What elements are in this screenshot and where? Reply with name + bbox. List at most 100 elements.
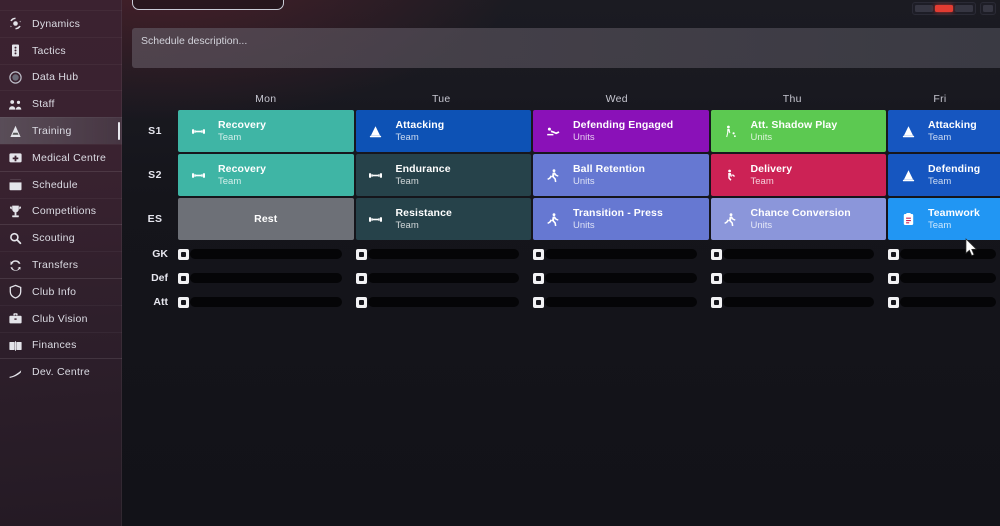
lock-icon[interactable] — [355, 248, 367, 260]
intensity-track[interactable] — [367, 297, 519, 307]
training-session-cell[interactable]: Rest — [178, 198, 354, 240]
lock-icon[interactable] — [533, 248, 544, 260]
session-title: Defending — [928, 163, 981, 176]
main-content: Schedule description... Mon Tue Wed Thu Fri … — [122, 0, 1000, 526]
intensity-cell — [178, 272, 354, 284]
session-text: Ball Retention Units — [573, 163, 645, 187]
intensity-cell — [533, 296, 709, 308]
lock-icon[interactable] — [888, 248, 899, 260]
training-session-cell[interactable]: Att. Shadow Play Units — [710, 110, 886, 152]
intensity-cell — [888, 296, 1000, 308]
sidebar-item-transfers[interactable]: Transfers — [0, 251, 122, 278]
indicator-group-secondary[interactable] — [980, 2, 996, 15]
lock-icon[interactable] — [178, 296, 189, 308]
training-session-cell[interactable]: Attacking Team — [355, 110, 531, 152]
sidebar-item-competitions[interactable]: Competitions — [0, 197, 122, 225]
training-session-cell[interactable]: Resistance Team — [355, 198, 531, 240]
sidebar-item-schedule[interactable]: Schedule — [0, 170, 122, 198]
intensity-track[interactable] — [190, 273, 342, 283]
training-session-cell[interactable]: Transition - Press Units — [533, 198, 709, 240]
intensity-row-label: GK — [152, 248, 168, 260]
lock-icon[interactable] — [888, 296, 899, 308]
intensity-track[interactable] — [545, 297, 697, 307]
lock-icon[interactable] — [178, 248, 189, 260]
intensity-track[interactable] — [722, 249, 874, 259]
training-session-cell[interactable]: Defending Engaged Units — [533, 110, 709, 152]
training-session-cell[interactable]: Recovery Team — [178, 154, 354, 196]
sidebar-item-finances[interactable]: Finances — [0, 331, 122, 359]
sidebar-item-label: Finances — [32, 339, 77, 352]
intensity-cell — [533, 272, 709, 284]
session-text: Recovery Team — [218, 119, 266, 143]
intensity-track[interactable] — [190, 297, 342, 307]
indicator-segment-2 — [935, 5, 953, 12]
sidebar-item-label: Scouting — [32, 232, 75, 245]
sidebar-item-medical-centre[interactable]: Medical Centre — [0, 143, 122, 171]
lock-icon[interactable] — [355, 296, 367, 308]
session-subtitle: Team — [928, 175, 952, 187]
session-subtitle: Team — [928, 131, 952, 143]
sidebar-item-staff[interactable]: Staff — [0, 90, 122, 117]
sidebar-item-club-info[interactable]: Club Info — [0, 277, 122, 305]
dumbbell-icon — [356, 212, 396, 227]
sidebar-item-scouting[interactable]: Scouting — [0, 224, 122, 251]
session-text: Attacking Team — [928, 119, 977, 143]
staff-icon — [8, 97, 23, 112]
cone-icon — [888, 124, 928, 139]
lock-icon[interactable] — [355, 272, 367, 284]
lock-icon[interactable] — [533, 296, 544, 308]
sidebar-item-club-vision[interactable]: Club Vision — [0, 304, 122, 332]
session-row-es: ES Rest Resistance Team Transition - Press Un… — [132, 198, 1000, 240]
schedule-description-field[interactable]: Schedule description... — [132, 28, 1000, 68]
training-session-cell[interactable]: Attacking Team — [888, 110, 1000, 152]
intensity-track[interactable] — [545, 273, 697, 283]
training-session-cell[interactable]: Defending Team — [888, 154, 1000, 196]
training-session-cell[interactable]: Teamwork Team — [888, 198, 1000, 240]
training-session-cell[interactable]: Delivery Team — [710, 154, 886, 196]
session-title: Defending Engaged — [573, 119, 674, 132]
sidebar-item-label: Club Vision — [32, 312, 88, 325]
session-text: Att. Shadow Play Units — [751, 119, 838, 143]
training-session-cell[interactable]: Endurance Team — [355, 154, 531, 196]
day-header-wed: Wed — [605, 93, 628, 105]
sidebar-item-dev-centre[interactable]: Dev. Centre — [0, 358, 122, 385]
lock-icon[interactable] — [710, 248, 722, 260]
sidebar-item-dynamics[interactable]: Dynamics — [0, 10, 122, 37]
training-session-cell[interactable]: Ball Retention Units — [533, 154, 709, 196]
session-row-label: S2 — [148, 169, 162, 181]
intensity-row-gk: GK — [132, 242, 1000, 266]
intensity-track[interactable] — [367, 249, 519, 259]
medical-centre-icon — [8, 150, 23, 165]
cone-icon — [888, 168, 928, 183]
sidebar-item-truncated[interactable] — [0, 0, 122, 10]
sidebar-item-data-hub[interactable]: Data Hub — [0, 63, 122, 91]
session-text: Teamwork Team — [928, 207, 980, 231]
session-text: Attacking Team — [396, 119, 445, 143]
lock-icon[interactable] — [710, 296, 722, 308]
shield-icon — [8, 284, 23, 300]
intensity-indicator[interactable] — [912, 2, 996, 15]
indicator-group[interactable] — [912, 2, 976, 15]
intensity-track[interactable] — [900, 273, 996, 283]
intensity-track[interactable] — [722, 297, 874, 307]
sidebar-item-tactics[interactable]: Tactics — [0, 36, 122, 64]
intensity-row-label: Def — [151, 272, 168, 284]
intensity-cell — [888, 248, 1000, 260]
training-session-cell[interactable]: Chance Conversion Units — [710, 198, 886, 240]
lock-icon[interactable] — [888, 272, 899, 284]
session-subtitle: Team — [395, 131, 419, 143]
active-tab-pill[interactable] — [132, 0, 284, 10]
intensity-track[interactable] — [545, 249, 697, 259]
intensity-track[interactable] — [190, 249, 342, 259]
training-icon — [8, 124, 23, 139]
sidebar-item-training[interactable]: Training — [0, 117, 122, 144]
session-title: Chance Conversion — [750, 207, 851, 220]
intensity-track[interactable] — [722, 273, 874, 283]
intensity-track[interactable] — [900, 297, 996, 307]
training-session-cell[interactable]: Recovery Team — [178, 110, 354, 152]
lock-icon[interactable] — [533, 272, 544, 284]
intensity-track[interactable] — [367, 273, 519, 283]
lock-icon[interactable] — [178, 272, 189, 284]
intensity-track[interactable] — [900, 249, 996, 259]
lock-icon[interactable] — [710, 272, 722, 284]
